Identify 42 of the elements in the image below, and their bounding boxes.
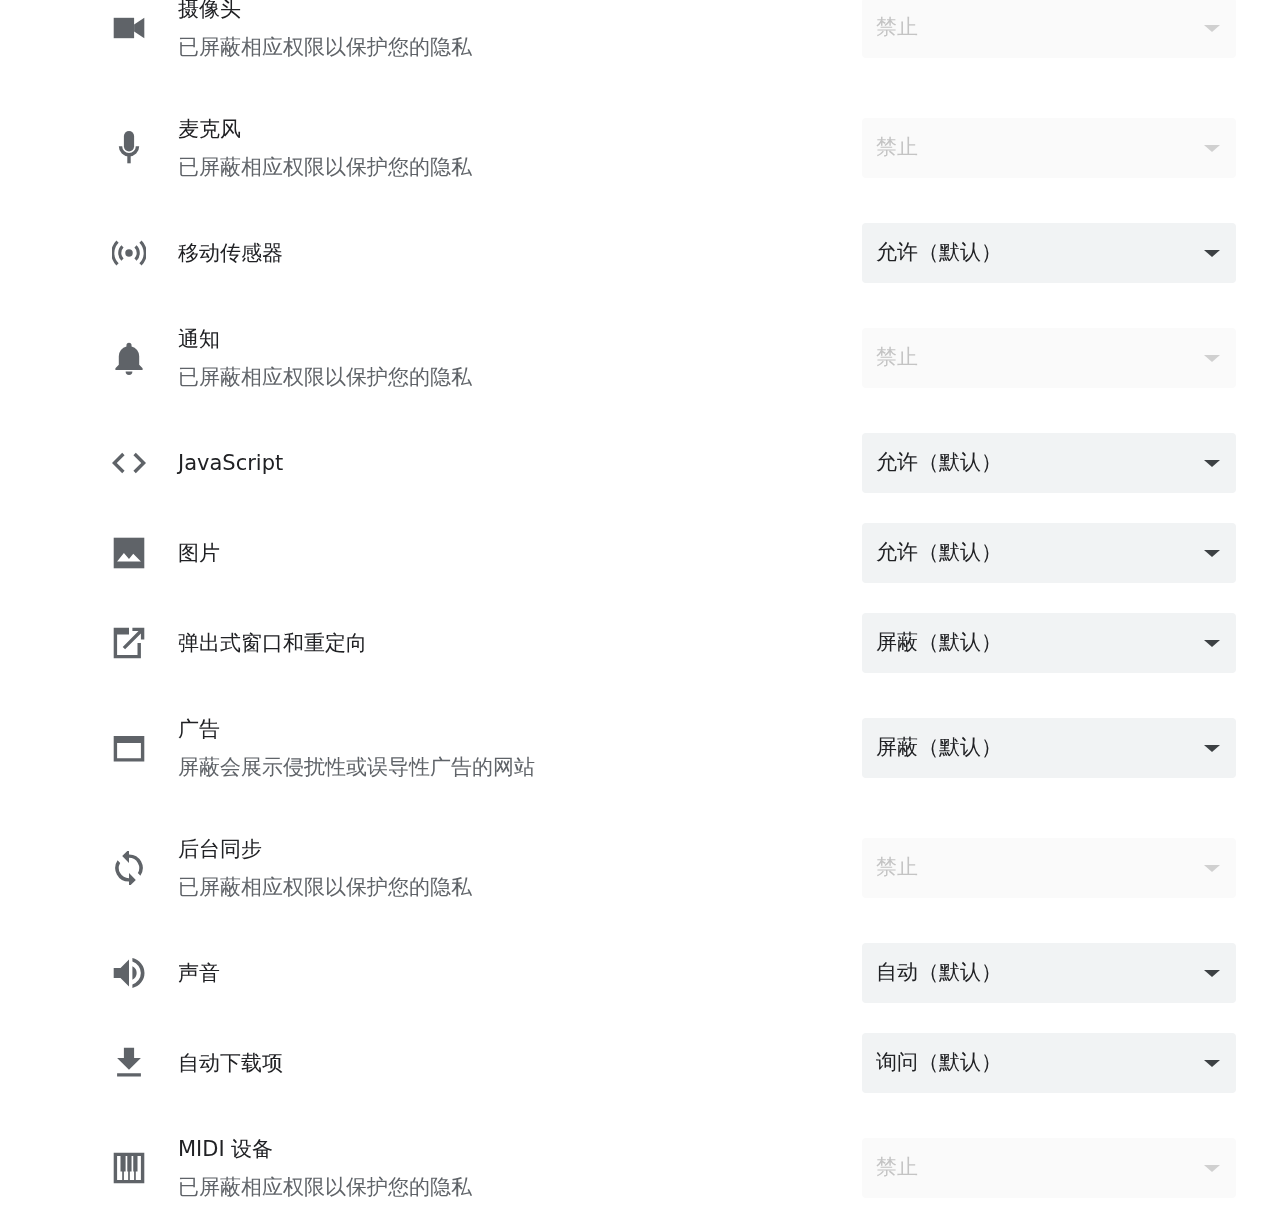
permission-title: 图片: [178, 540, 220, 567]
permission-description: 屏蔽会展示侵扰性或误导性广告的网站: [178, 754, 535, 781]
permission-title: 移动传感器: [178, 240, 283, 267]
bell-icon: [112, 341, 146, 375]
caret-icon: [1202, 742, 1222, 754]
permission-select[interactable]: 屏蔽（默认）: [862, 718, 1236, 778]
permission-description: 已屏蔽相应权限以保护您的隐私: [178, 154, 472, 181]
permission-title: 通知: [178, 326, 220, 353]
caret-icon: [1202, 1057, 1222, 1069]
caret-icon: [1202, 457, 1222, 469]
caret-icon: [1202, 352, 1222, 364]
permission-description: 已屏蔽相应权限以保护您的隐私: [178, 1174, 472, 1201]
permission-select[interactable]: 允许（默认）: [862, 523, 1236, 583]
image-icon: [112, 536, 146, 570]
piano-icon: [112, 1151, 146, 1185]
permission-description: 已屏蔽相应权限以保护您的隐私: [178, 874, 472, 901]
permission-description: 已屏蔽相应权限以保护您的隐私: [178, 364, 472, 391]
caret-icon: [1202, 862, 1222, 874]
caret-icon: [1202, 637, 1222, 649]
permission-title: 广告: [178, 716, 220, 743]
permission-select[interactable]: 屏蔽（默认）: [862, 613, 1236, 673]
permission-select[interactable]: 允许（默认）: [862, 433, 1236, 493]
permission-title: 声音: [178, 960, 220, 987]
permission-description: 已屏蔽相应权限以保护您的隐私: [178, 34, 472, 61]
caret-icon: [1202, 967, 1222, 979]
caret-icon: [1202, 142, 1222, 154]
permission-title: JavaScript: [178, 450, 284, 477]
speaker-icon: [112, 956, 146, 990]
permission-title: MIDI 设备: [178, 1136, 274, 1163]
permission-title: 后台同步: [178, 836, 262, 863]
caret-icon: [1202, 22, 1222, 34]
permission-title: 麦克风: [178, 116, 241, 143]
caret-icon: [1202, 547, 1222, 559]
permission-select[interactable]: 允许（默认）: [862, 223, 1236, 283]
external-link-icon: [112, 626, 146, 660]
sync-icon: [112, 851, 146, 885]
permission-title: 弹出式窗口和重定向: [178, 630, 367, 657]
caret-icon: [1202, 247, 1222, 259]
permission-select[interactable]: 询问（默认）: [862, 1033, 1236, 1093]
caret-icon: [1202, 1162, 1222, 1174]
permission-title: 自动下载项: [178, 1050, 283, 1077]
permission-select[interactable]: 自动（默认）: [862, 943, 1236, 1003]
